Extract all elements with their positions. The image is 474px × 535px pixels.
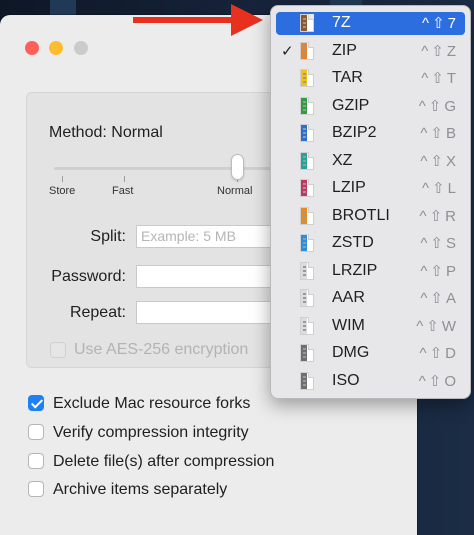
format-menu-item-label: ZSTD (332, 234, 374, 251)
password-label: Password: (51, 268, 126, 285)
split-label: Split: (90, 228, 126, 245)
keyboard-shortcut: ^⇧T (421, 70, 459, 87)
format-menu-item-brotli[interactable]: BROTLI ^⇧R (276, 205, 465, 228)
format-menu-item-zip[interactable]: ✓ ZIP ^⇧Z (276, 40, 465, 63)
slider-tick-label-fast: Fast (112, 185, 134, 197)
delete-after-compression-label: Delete file(s) after compression (53, 453, 275, 470)
method-label: Method: Normal (49, 124, 163, 141)
password-field[interactable] (136, 265, 276, 288)
archive-file-icon (300, 234, 314, 252)
keyboard-shortcut: ^⇧G (418, 98, 459, 115)
verify-integrity-label: Verify compression integrity (53, 424, 249, 441)
archive-file-icon (300, 14, 314, 32)
archive-file-icon (300, 289, 314, 307)
format-menu-item-label: ZIP (332, 42, 357, 59)
format-menu-item-label: ISO (332, 372, 360, 389)
slider-tick-store (62, 176, 63, 182)
archive-separately-checkbox[interactable] (28, 481, 44, 497)
verify-integrity-checkbox[interactable] (28, 424, 44, 440)
repeat-label: Repeat: (69, 304, 126, 321)
archive-file-icon (300, 344, 314, 362)
slider-tick-fast (124, 176, 125, 182)
format-popup-menu: 7Z ^⇧7 ✓ ZIP ^⇧Z TAR ^⇧T GZIP ^⇧G BZIP2 ^⇧B XZ ^⇧X LZ… (270, 5, 471, 399)
format-menu-item-gzip[interactable]: GZIP ^⇧G (276, 95, 465, 118)
compression-slider-thumb[interactable] (231, 154, 244, 180)
archive-file-icon (300, 152, 314, 170)
keyboard-shortcut: ^⇧P (420, 263, 459, 280)
format-menu-item-7z[interactable]: 7Z ^⇧7 (276, 12, 465, 35)
split-input[interactable]: Example: 5 MB (136, 225, 276, 248)
format-menu-item-label: BROTLI (332, 207, 390, 224)
format-menu-item-tar[interactable]: TAR ^⇧T (276, 67, 465, 90)
format-menu-item-label: DMG (332, 344, 370, 361)
format-menu-item-bzip2[interactable]: BZIP2 ^⇧B (276, 122, 465, 145)
annotation-arrow-shaft (133, 17, 233, 23)
format-menu-item-zstd[interactable]: ZSTD ^⇧S (276, 232, 465, 255)
compression-slider-track[interactable] (54, 167, 284, 170)
keyboard-shortcut: ^⇧R (419, 208, 459, 225)
archive-file-icon (300, 69, 314, 87)
exclude-resource-forks-label: Exclude Mac resource forks (53, 395, 251, 412)
archive-file-icon (300, 317, 314, 335)
slider-tick-label-store: Store (49, 185, 76, 197)
format-menu-item-wim[interactable]: WIM ^⇧W (276, 315, 465, 338)
exclude-resource-forks-checkbox[interactable] (28, 395, 44, 411)
format-menu-item-label: WIM (332, 317, 365, 334)
archive-file-icon (300, 179, 314, 197)
format-menu-item-xz[interactable]: XZ ^⇧X (276, 150, 465, 173)
repeat-password-field[interactable] (136, 301, 276, 324)
keyboard-shortcut: ^⇧X (420, 153, 459, 170)
format-menu-item-label: 7Z (332, 14, 351, 31)
format-menu-item-label: BZIP2 (332, 124, 377, 141)
format-menu-item-lrzip[interactable]: LRZIP ^⇧P (276, 260, 465, 283)
keyboard-shortcut: ^⇧O (418, 373, 459, 390)
archive-file-icon (300, 124, 314, 142)
zoom-window-button[interactable] (74, 41, 88, 55)
format-menu-item-label: LRZIP (332, 262, 378, 279)
aes-encryption-checkbox[interactable] (50, 342, 66, 358)
keyboard-shortcut: ^⇧L (422, 180, 459, 197)
archive-file-icon (300, 262, 314, 280)
keyboard-shortcut: ^⇧7 (422, 15, 459, 32)
keyboard-shortcut: ^⇧Z (421, 43, 459, 60)
format-menu-item-lzip[interactable]: LZIP ^⇧L (276, 177, 465, 200)
archive-file-icon (300, 372, 314, 390)
close-window-button[interactable] (25, 41, 39, 55)
format-menu-item-label: TAR (332, 69, 363, 86)
format-menu-item-iso[interactable]: ISO ^⇧O (276, 370, 465, 393)
archive-file-icon (300, 207, 314, 225)
delete-after-compression-checkbox[interactable] (28, 453, 44, 469)
format-menu-item-aar[interactable]: AAR ^⇧A (276, 287, 465, 310)
archive-file-icon (300, 97, 314, 115)
format-menu-item-label: LZIP (332, 179, 366, 196)
archive-separately-label: Archive items separately (53, 481, 228, 498)
slider-tick-label-normal: Normal (217, 185, 253, 197)
keyboard-shortcut: ^⇧B (420, 125, 459, 142)
keyboard-shortcut: ^⇧S (420, 235, 459, 252)
aes-encryption-label: Use AES-256 encryption (74, 341, 249, 358)
keyboard-shortcut: ^⇧W (416, 318, 459, 335)
archive-file-icon (300, 42, 314, 60)
format-menu-item-label: AAR (332, 289, 365, 306)
format-menu-item-label: GZIP (332, 97, 370, 114)
minimize-window-button[interactable] (49, 41, 63, 55)
format-menu-item-label: XZ (332, 152, 353, 169)
format-menu-item-dmg[interactable]: DMG ^⇧D (276, 342, 465, 365)
keyboard-shortcut: ^⇧D (419, 345, 459, 362)
keyboard-shortcut: ^⇧A (420, 290, 459, 307)
checkmark-icon: ✓ (281, 43, 294, 60)
annotation-arrow-head (231, 4, 263, 36)
